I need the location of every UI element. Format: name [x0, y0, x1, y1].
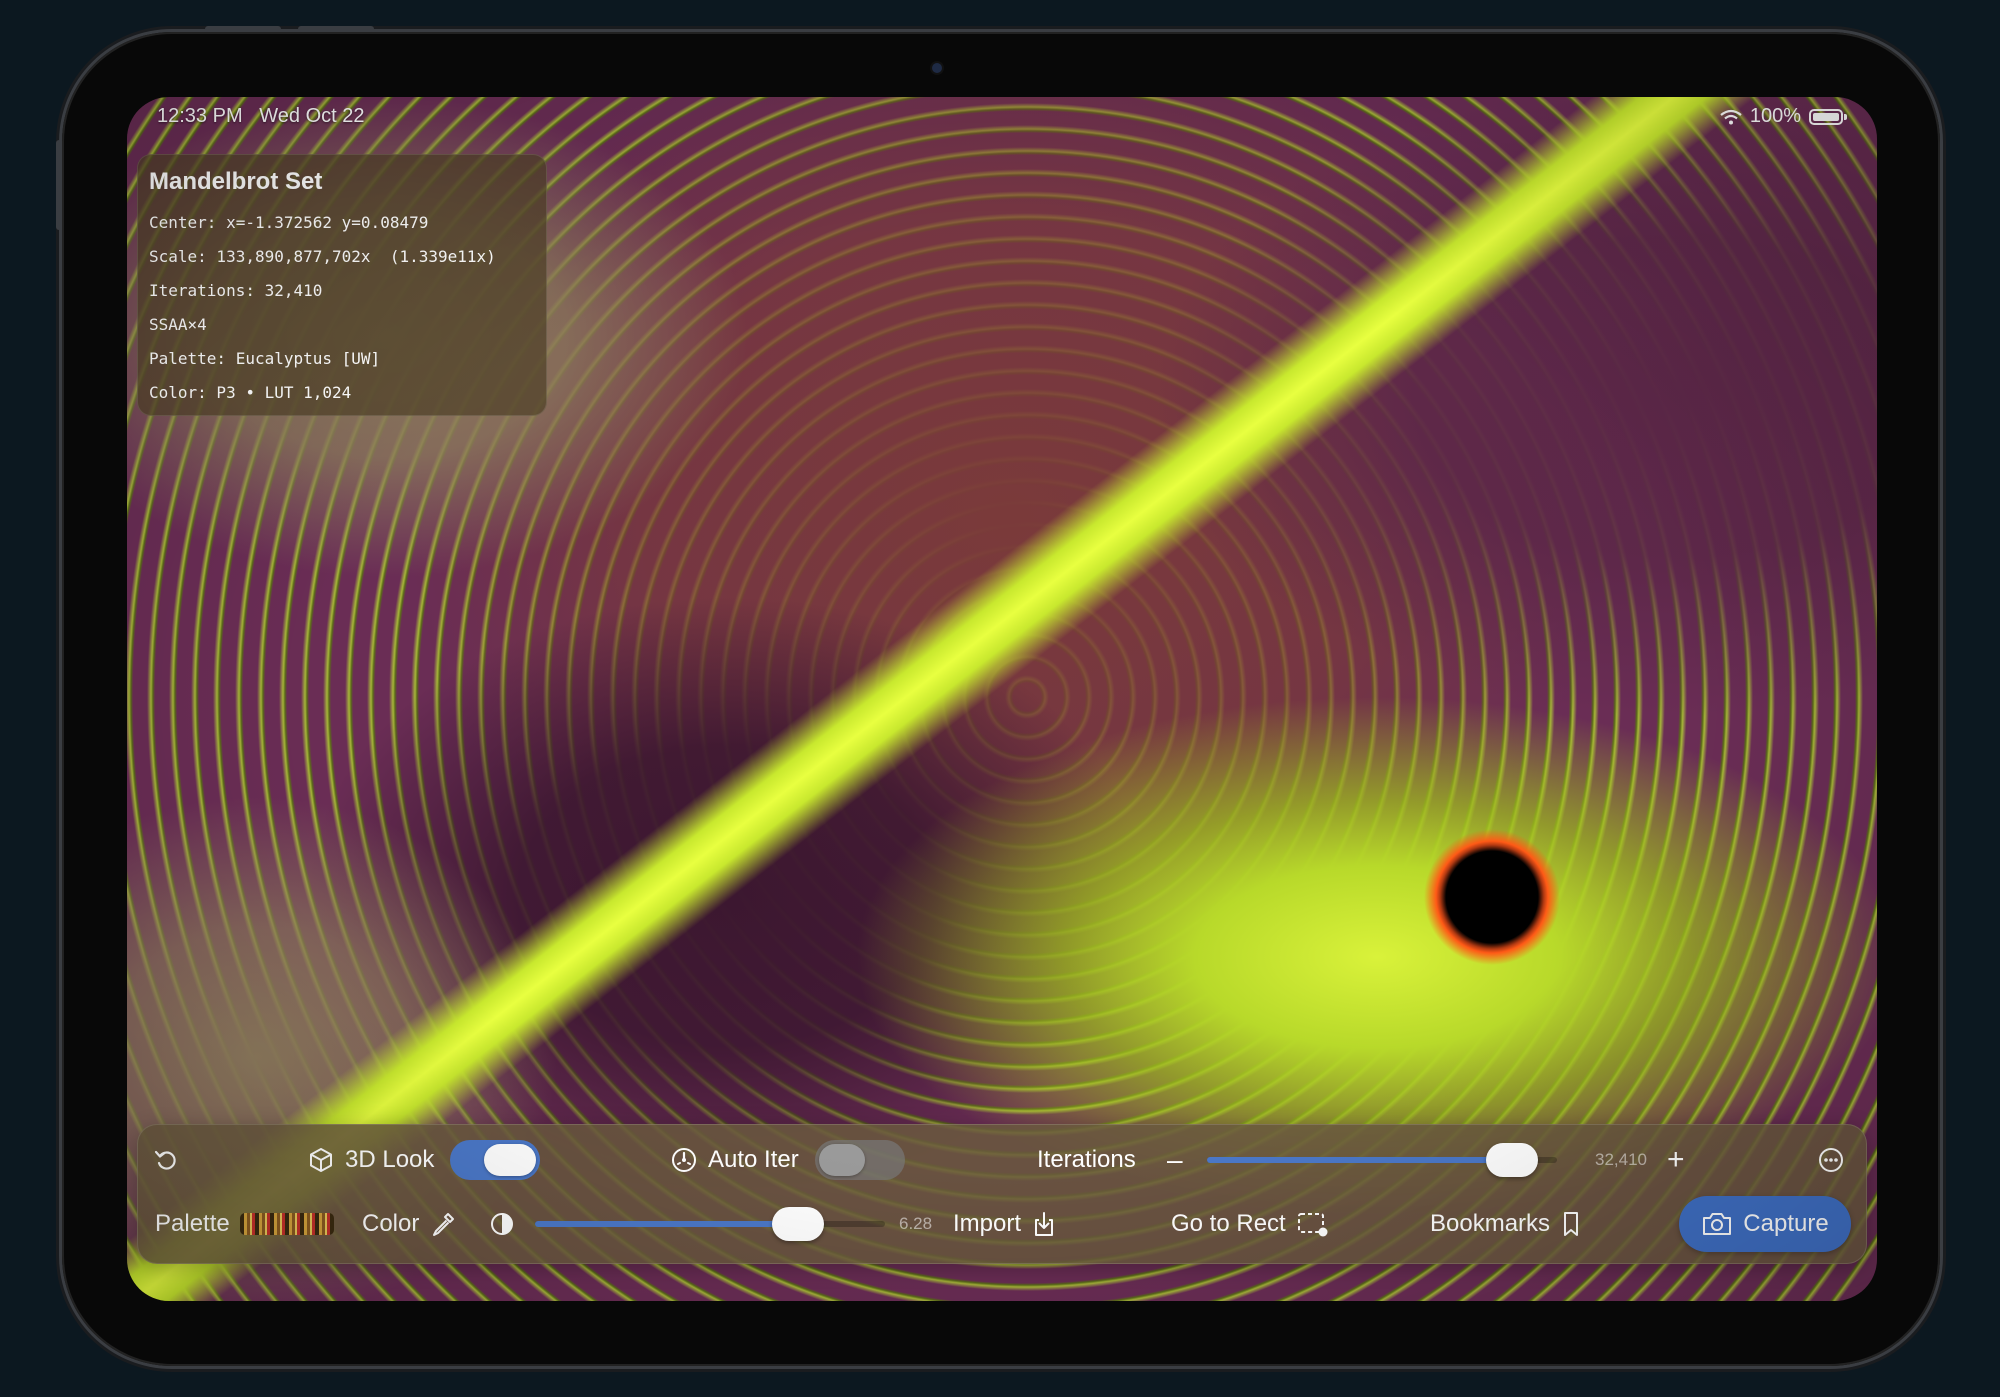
- volume-button: [205, 26, 281, 32]
- contrast-icon: [489, 1211, 515, 1237]
- contrast-slider-thumb[interactable]: [771, 1207, 824, 1241]
- select-rect-icon: [1296, 1210, 1330, 1238]
- palette-label: Palette: [155, 1210, 230, 1237]
- power-button: [298, 26, 374, 32]
- contrast-slider-fill: [535, 1221, 798, 1227]
- control-bar: 3D Look Auto Iter Iterations – 32,410 +: [137, 1124, 1867, 1264]
- gauge-icon: [670, 1146, 698, 1174]
- auto-iter-control[interactable]: Auto Iter: [670, 1140, 905, 1180]
- info-center: Center: x=-1.372562 y=0.08479: [149, 213, 429, 232]
- eyedropper-icon: [429, 1210, 457, 1238]
- iterations-slider-thumb[interactable]: [1485, 1143, 1538, 1177]
- info-color: Color: P3 • LUT 1,024: [149, 383, 352, 402]
- control-row-top: 3D Look Auto Iter Iterations – 32,410 +: [137, 1130, 1867, 1190]
- capture-label: Capture: [1743, 1210, 1829, 1237]
- front-camera: [932, 63, 942, 73]
- iterations-decrement-button[interactable]: –: [1167, 1144, 1183, 1176]
- palette-button[interactable]: Palette: [155, 1210, 334, 1238]
- iterations-increment-button[interactable]: +: [1667, 1143, 1685, 1177]
- status-date-text: Wed Oct 22: [259, 105, 365, 127]
- reset-icon: [153, 1147, 179, 1173]
- go-to-rect-button[interactable]: Go to Rect: [1171, 1210, 1330, 1238]
- bookmarks-label: Bookmarks: [1430, 1210, 1551, 1237]
- contrast-value: 6.28: [899, 1214, 933, 1233]
- color-button[interactable]: Color: [362, 1210, 457, 1238]
- fractal-canvas[interactable]: 12:33 PM Wed Oct 22 100% Mandelbrot Set …: [127, 97, 1877, 1301]
- battery-icon: [1809, 108, 1847, 125]
- info-iterations: Iterations: 32,410: [149, 281, 323, 300]
- info-ssaa: SSAA×4: [149, 315, 207, 334]
- iterations-value: 32,410: [1595, 1150, 1647, 1169]
- bookmark-icon: [1560, 1210, 1582, 1238]
- info-scale: Scale: 133,890,877,702x (1.339e11x): [149, 247, 496, 266]
- status-time: 12:33 PM Wed Oct 22: [157, 105, 365, 128]
- side-button: [56, 140, 62, 230]
- iterations-label: Iterations: [1037, 1146, 1136, 1173]
- iterations-slider-fill: [1207, 1157, 1512, 1163]
- info-panel: Mandelbrot Set Center: x=-1.372562 y=0.0…: [137, 154, 547, 416]
- status-indicators: 100%: [1720, 105, 1847, 128]
- color-label: Color: [362, 1210, 420, 1237]
- cube-icon: [307, 1146, 335, 1174]
- capture-button[interactable]: Capture: [1679, 1196, 1851, 1252]
- reset-button[interactable]: [153, 1147, 179, 1173]
- more-button[interactable]: [1817, 1146, 1845, 1174]
- go-to-rect-label: Go to Rect: [1171, 1210, 1286, 1237]
- contrast-control[interactable]: [489, 1211, 515, 1237]
- auto-iter-toggle[interactable]: [814, 1140, 905, 1180]
- look3d-toggle[interactable]: [450, 1140, 541, 1180]
- iterations-slider[interactable]: [1207, 1143, 1557, 1177]
- bookmarks-button[interactable]: Bookmarks: [1430, 1210, 1582, 1238]
- ellipsis-circle-icon: [1817, 1146, 1845, 1174]
- control-row-bottom: Palette Color 6.28 Import Go to Rect Boo…: [137, 1194, 1867, 1254]
- look3d-label: 3D Look: [345, 1146, 435, 1173]
- import-button[interactable]: Import: [953, 1210, 1057, 1238]
- camera-icon: [1701, 1211, 1733, 1237]
- status-time-text: 12:33 PM: [157, 105, 243, 127]
- wifi-icon: [1720, 109, 1742, 125]
- contrast-slider[interactable]: [535, 1207, 885, 1241]
- auto-iter-label: Auto Iter: [708, 1146, 799, 1173]
- look3d-control[interactable]: 3D Look: [307, 1140, 541, 1180]
- import-icon: [1031, 1210, 1057, 1238]
- battery-percent: 100%: [1749, 105, 1801, 127]
- palette-swatch: [239, 1213, 334, 1235]
- import-label: Import: [953, 1210, 1022, 1237]
- info-palette: Palette: Eucalyptus [UW]: [149, 349, 381, 368]
- info-title: Mandelbrot Set: [149, 168, 323, 195]
